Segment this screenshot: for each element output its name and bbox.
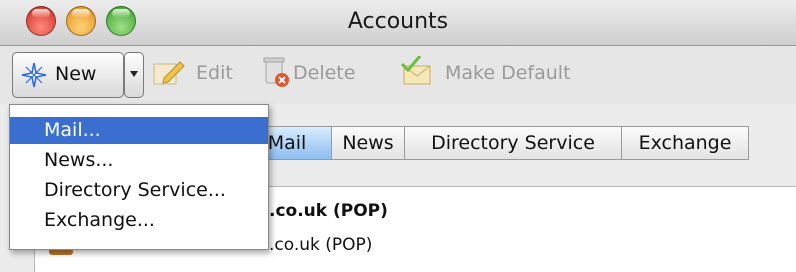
sparkle-icon <box>21 62 47 88</box>
make-default-label: Make Default <box>445 62 571 84</box>
tab-exchange[interactable]: Exchange <box>622 126 749 160</box>
envelope-check-icon <box>400 56 431 85</box>
edit-label: Edit <box>196 62 233 84</box>
tab-news[interactable]: News <box>332 126 405 160</box>
toolbar: New Edit Delete Make Default <box>0 46 796 104</box>
window-titlebar: Accounts <box>0 0 796 46</box>
menu-item-directory-service[interactable]: Directory Service... <box>10 177 268 204</box>
account-type-tabs: Mail News Directory Service Exchange <box>242 126 749 160</box>
new-account-menu: Mail... News... Directory Service... Exc… <box>9 104 269 250</box>
new-account-button[interactable]: New <box>12 52 124 98</box>
menu-item-exchange[interactable]: Exchange... <box>10 207 268 234</box>
new-menu-dropdown-button[interactable] <box>124 52 144 98</box>
edit-pencil-icon <box>153 61 185 85</box>
tab-directory-service[interactable]: Directory Service <box>405 126 622 160</box>
window-title: Accounts <box>347 9 449 34</box>
account-label: .co.uk (POP) <box>269 235 373 255</box>
menu-item-news[interactable]: News... <box>10 147 268 174</box>
trash-icon <box>263 57 289 87</box>
menu-item-mail[interactable]: Mail... <box>10 117 268 144</box>
new-label: New <box>55 63 97 85</box>
account-label: .co.uk (POP) <box>269 201 388 221</box>
delete-label: Delete <box>293 62 356 84</box>
dropdown-arrow-icon <box>130 71 138 77</box>
